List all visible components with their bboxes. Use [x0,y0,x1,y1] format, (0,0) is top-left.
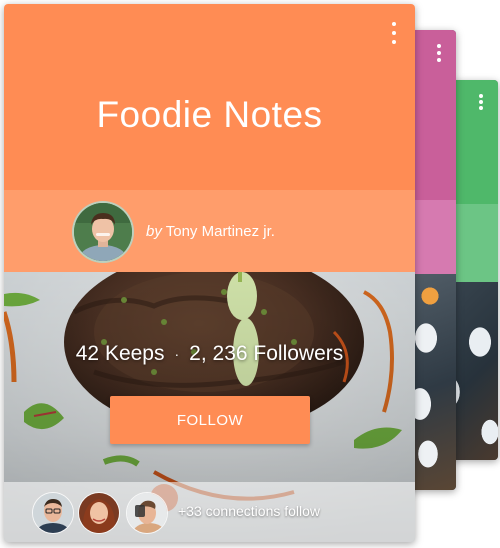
connection-avatar[interactable] [78,492,120,534]
byline-prefix: by [146,223,162,240]
author-strip: by Tony Martinez jr. [4,190,415,272]
board-stats: 42 Keeps · 2, 236 Followers [4,342,415,366]
connection-avatar[interactable] [32,492,74,534]
connection-avatar[interactable] [126,492,168,534]
stats-separator: · [174,346,180,363]
author-byline[interactable]: by Tony Martinez jr. [146,223,275,240]
connections-text: +33 connections follow [178,503,321,519]
board-title: Foodie Notes [96,94,323,135]
board-cover-photo: 42 Keeps · 2, 236 Followers FOLLOW +33 c… [4,272,415,542]
board-header: Foodie Notes [4,4,415,190]
board-card-foodie-notes[interactable]: Foodie Notes by Tony Martinez jr. 42 Kee… [4,4,415,542]
more-vert-icon[interactable] [478,94,484,110]
author-name: Tony Martinez jr. [165,223,275,240]
follow-button[interactable]: FOLLOW [110,396,310,444]
more-vert-icon[interactable] [391,22,397,44]
followers-count: 2, 236 Followers [189,342,344,365]
keeps-count: 42 Keeps [75,342,165,365]
connections-bar[interactable]: +33 connections follow [4,482,415,542]
more-vert-icon[interactable] [436,44,442,62]
author-avatar[interactable] [72,201,134,263]
